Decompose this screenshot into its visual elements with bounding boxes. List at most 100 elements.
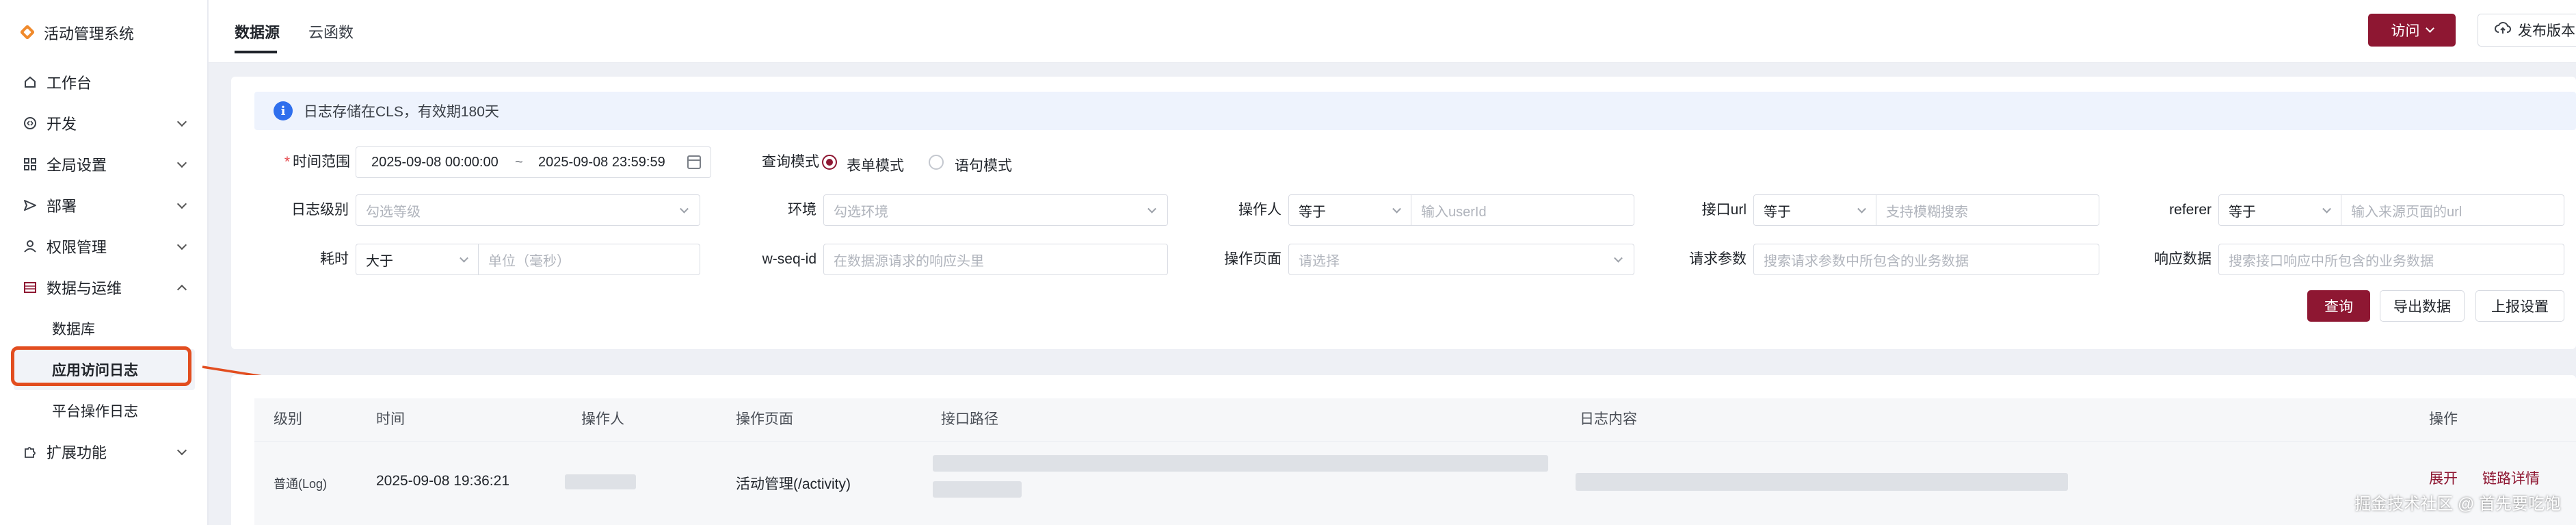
sidebar-item-label: 数据与运维 bbox=[47, 280, 122, 297]
time-range-label-text: 时间范围 bbox=[293, 154, 350, 170]
chevron-down-icon bbox=[1392, 204, 1401, 214]
report-settings-button[interactable]: 上报设置 bbox=[2475, 290, 2564, 322]
time-start: 2025-09-08 00:00:00 bbox=[371, 154, 499, 170]
home-icon bbox=[23, 75, 37, 89]
duration-placeholder: 单位（毫秒） bbox=[488, 253, 570, 269]
active-tab-indicator bbox=[235, 51, 277, 53]
logo-icon bbox=[21, 25, 36, 40]
chevron-down-icon bbox=[176, 199, 187, 209]
sidebar-item-extensions[interactable]: 扩展功能 bbox=[0, 431, 209, 472]
chevron-down-icon bbox=[176, 116, 187, 127]
sidebar-item-data-ops[interactable]: 数据与运维 bbox=[0, 267, 209, 308]
request-params-input[interactable]: 搜索请求参数中所包含的业务数据 bbox=[1753, 244, 2099, 275]
row-page: 活动管理(/activity) bbox=[736, 476, 851, 492]
radio-statement-mode[interactable] bbox=[929, 155, 944, 170]
top-bar: 数据源 云函数 访问 发布版本 bbox=[209, 0, 2576, 63]
time-end: 2025-09-08 23:59:59 bbox=[538, 154, 665, 170]
calendar-icon bbox=[687, 155, 701, 169]
page-label: 操作页面 bbox=[1224, 251, 1282, 267]
annotation-highlight-box bbox=[11, 346, 191, 386]
publish-button-label: 发布版本 bbox=[2518, 23, 2575, 39]
referer-input[interactable]: 输入来源页面的url bbox=[2341, 194, 2564, 226]
info-icon: i bbox=[274, 101, 293, 120]
env-label: 环境 bbox=[788, 202, 816, 218]
sidebar-item-permissions[interactable]: 权限管理 bbox=[0, 226, 209, 267]
request-params-label: 请求参数 bbox=[1689, 251, 1747, 267]
row-time: 2025-09-08 19:36:21 bbox=[376, 473, 509, 489]
grid-icon bbox=[23, 157, 37, 171]
column-header-level: 级别 bbox=[274, 411, 302, 427]
wseq-placeholder: 在数据源请求的响应头里 bbox=[834, 253, 984, 269]
row-level: 普通(Log) bbox=[274, 477, 328, 491]
send-icon bbox=[23, 199, 37, 212]
redacted-api-path bbox=[933, 455, 1548, 472]
filter-panel: i 日志存储在CLS，有效期180天 * 时间范围 2025-09-08 00:0… bbox=[231, 77, 2576, 349]
request-params-placeholder: 搜索请求参数中所包含的业务数据 bbox=[1764, 253, 1969, 269]
sidebar-subitem-database[interactable]: 数据库 bbox=[0, 308, 209, 349]
response-data-placeholder: 搜索接口响应中所包含的业务数据 bbox=[2229, 253, 2434, 269]
sidebar-item-develop[interactable]: 开发 bbox=[0, 103, 209, 144]
duration-op-select[interactable]: 大于 bbox=[356, 244, 479, 275]
sidebar-subitem-platform-op-log[interactable]: 平台操作日志 bbox=[0, 390, 209, 431]
trace-details-link[interactable]: 链路详情 bbox=[2482, 468, 2540, 488]
database-icon bbox=[23, 281, 37, 294]
sidebar-item-label: 开发 bbox=[47, 116, 77, 133]
wseq-label: w-seq-id bbox=[762, 251, 816, 267]
duration-label: 耗时 bbox=[320, 251, 349, 267]
chevron-down-icon bbox=[680, 204, 689, 214]
wseq-input[interactable]: 在数据源请求的响应头里 bbox=[823, 244, 1168, 275]
watermark: 掘金技术社区 @ 首先要吃饱 bbox=[2354, 495, 2561, 513]
sidebar-item-label: 工作台 bbox=[47, 75, 92, 92]
duration-input[interactable]: 单位（毫秒） bbox=[479, 244, 700, 275]
chevron-down-icon bbox=[2322, 204, 2331, 214]
referer-placeholder: 输入来源页面的url bbox=[2351, 204, 2462, 220]
chevron-down-icon bbox=[1147, 204, 1156, 214]
sidebar-item-global-settings[interactable]: 全局设置 bbox=[0, 144, 209, 185]
chevron-down-icon bbox=[176, 445, 187, 456]
response-data-input[interactable]: 搜索接口响应中所包含的业务数据 bbox=[2218, 244, 2564, 275]
app-logo[interactable]: 活动管理系统 bbox=[21, 19, 134, 47]
chevron-up-icon bbox=[176, 284, 187, 295]
puzzle-icon bbox=[23, 445, 37, 459]
user-icon bbox=[23, 240, 37, 253]
referer-label: referer bbox=[2169, 202, 2212, 218]
export-button[interactable]: 导出数据 bbox=[2380, 290, 2465, 322]
api-url-op-select[interactable]: 等于 bbox=[1753, 194, 1876, 226]
tab-datasource[interactable]: 数据源 bbox=[235, 21, 280, 42]
time-range-picker[interactable]: 2025-09-08 00:00:00 ~ 2025-09-08 23:59:5… bbox=[356, 146, 711, 178]
env-select[interactable]: 勾选环境 bbox=[823, 194, 1168, 226]
sidebar-item-deploy[interactable]: 部署 bbox=[0, 185, 209, 226]
sidebar-item-label: 全局设置 bbox=[47, 157, 107, 174]
visit-button-label: 访问 bbox=[2391, 23, 2420, 39]
sidebar-item-workbench[interactable]: 工作台 bbox=[0, 62, 209, 103]
form-mode-label: 表单模式 bbox=[847, 158, 904, 174]
retention-notice: i 日志存储在CLS，有效期180天 bbox=[254, 92, 2576, 130]
page-select[interactable]: 请选择 bbox=[1288, 244, 1634, 275]
table-row: 普通(Log) 2025-09-08 19:36:21 活动管理(/activi… bbox=[254, 441, 2576, 525]
operator-input[interactable]: 输入userId bbox=[1411, 194, 1634, 226]
log-table: 级别 时间 操作人 操作页面 接口路径 日志内容 操作 普通(Log) 2025… bbox=[231, 375, 2576, 525]
publish-button[interactable]: 发布版本 bbox=[2478, 14, 2576, 47]
referer-op-select[interactable]: 等于 bbox=[2218, 194, 2341, 226]
sidebar-item-label: 部署 bbox=[47, 198, 77, 215]
operator-op-select[interactable]: 等于 bbox=[1288, 194, 1411, 226]
radio-form-mode[interactable] bbox=[822, 155, 837, 170]
env-placeholder: 勾选环境 bbox=[834, 204, 888, 220]
time-separator: ~ bbox=[515, 154, 523, 170]
api-url-input[interactable]: 支持模糊搜索 bbox=[1876, 194, 2099, 226]
query-button[interactable]: 查询 bbox=[2307, 290, 2370, 322]
column-header-page: 操作页面 bbox=[736, 411, 793, 427]
operator-label: 操作人 bbox=[1238, 202, 1282, 218]
log-level-select[interactable]: 勾选等级 bbox=[356, 194, 700, 226]
chevron-down-icon bbox=[1614, 253, 1623, 263]
api-url-placeholder: 支持模糊搜索 bbox=[1886, 204, 1968, 220]
statement-mode-label: 语句模式 bbox=[955, 158, 1012, 174]
tab-cloud-functions[interactable]: 云函数 bbox=[308, 21, 354, 42]
sidebar-nav: 工作台 开发 全局设置 部署 权限管理 数据与运维 数据库 应用访问日志 平台操… bbox=[0, 62, 209, 472]
chevron-down-icon bbox=[1857, 204, 1866, 214]
notice-text: 日志存储在CLS，有效期180天 bbox=[304, 104, 499, 120]
sidebar-item-label: 扩展功能 bbox=[47, 444, 107, 461]
visit-button[interactable]: 访问 bbox=[2368, 14, 2456, 47]
expand-link[interactable]: 展开 bbox=[2429, 468, 2458, 488]
api-url-op-value: 等于 bbox=[1764, 204, 1791, 220]
